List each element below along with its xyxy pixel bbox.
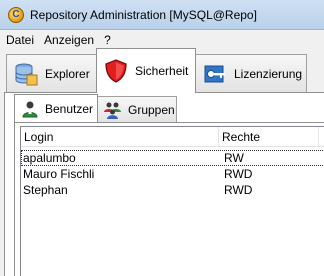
tab-sicherheit-label: Sicherheit xyxy=(135,64,189,78)
tab-sicherheit[interactable]: Sicherheit xyxy=(96,48,196,93)
key-icon xyxy=(204,65,225,82)
cell-login: Stephan xyxy=(23,183,68,197)
menu-help[interactable]: ? xyxy=(99,33,116,47)
table-row[interactable]: Stephan RWD xyxy=(21,182,324,198)
tab-gruppen[interactable]: Gruppen xyxy=(97,96,177,122)
group-icon xyxy=(104,102,121,119)
tab-lizenzierung[interactable]: Lizenzierung xyxy=(195,54,307,92)
app-logo-icon: C xyxy=(8,6,24,23)
tab-explorer[interactable]: Explorer xyxy=(6,54,97,92)
list-header: Login Rechte xyxy=(21,127,324,147)
shield-icon xyxy=(105,59,127,83)
menu-datei[interactable]: Datei xyxy=(0,33,39,47)
window-title: Repository Administration [MySQL@Repo] xyxy=(30,7,257,22)
users-list[interactable]: Login Rechte apalumbo RW Mauro Fischli R… xyxy=(20,126,324,276)
cell-login: Mauro Fischli xyxy=(23,167,95,181)
cell-rechte: RWD xyxy=(224,183,253,197)
tab-lizenzierung-label: Lizenzierung xyxy=(234,66,303,81)
title-bar[interactable]: C Repository Administration [MySQL@Repo] xyxy=(0,0,324,30)
column-header-rechte[interactable]: Rechte xyxy=(219,127,319,147)
cell-rechte: RW xyxy=(224,151,244,165)
column-header-login[interactable]: Login xyxy=(21,127,219,147)
tab-benutzer-label: Benutzer xyxy=(45,101,94,116)
database-icon xyxy=(15,63,38,85)
cell-login: apalumbo xyxy=(23,151,76,165)
column-header-filler xyxy=(319,127,324,147)
main-tab-strip: Explorer Sicherheit Lizenzierung xyxy=(0,48,324,93)
table-row[interactable]: Mauro Fischli RWD xyxy=(21,166,324,182)
tab-benutzer[interactable]: Benutzer xyxy=(14,94,98,122)
table-row[interactable]: apalumbo RW xyxy=(21,150,324,166)
tab-gruppen-label: Gruppen xyxy=(128,102,175,117)
menu-bar: Datei Anzeigen ? xyxy=(0,31,324,48)
user-icon xyxy=(22,101,38,117)
tab-explorer-label: Explorer xyxy=(45,66,90,81)
menu-anzeigen[interactable]: Anzeigen xyxy=(39,33,99,47)
cell-rechte: RWD xyxy=(224,167,253,181)
